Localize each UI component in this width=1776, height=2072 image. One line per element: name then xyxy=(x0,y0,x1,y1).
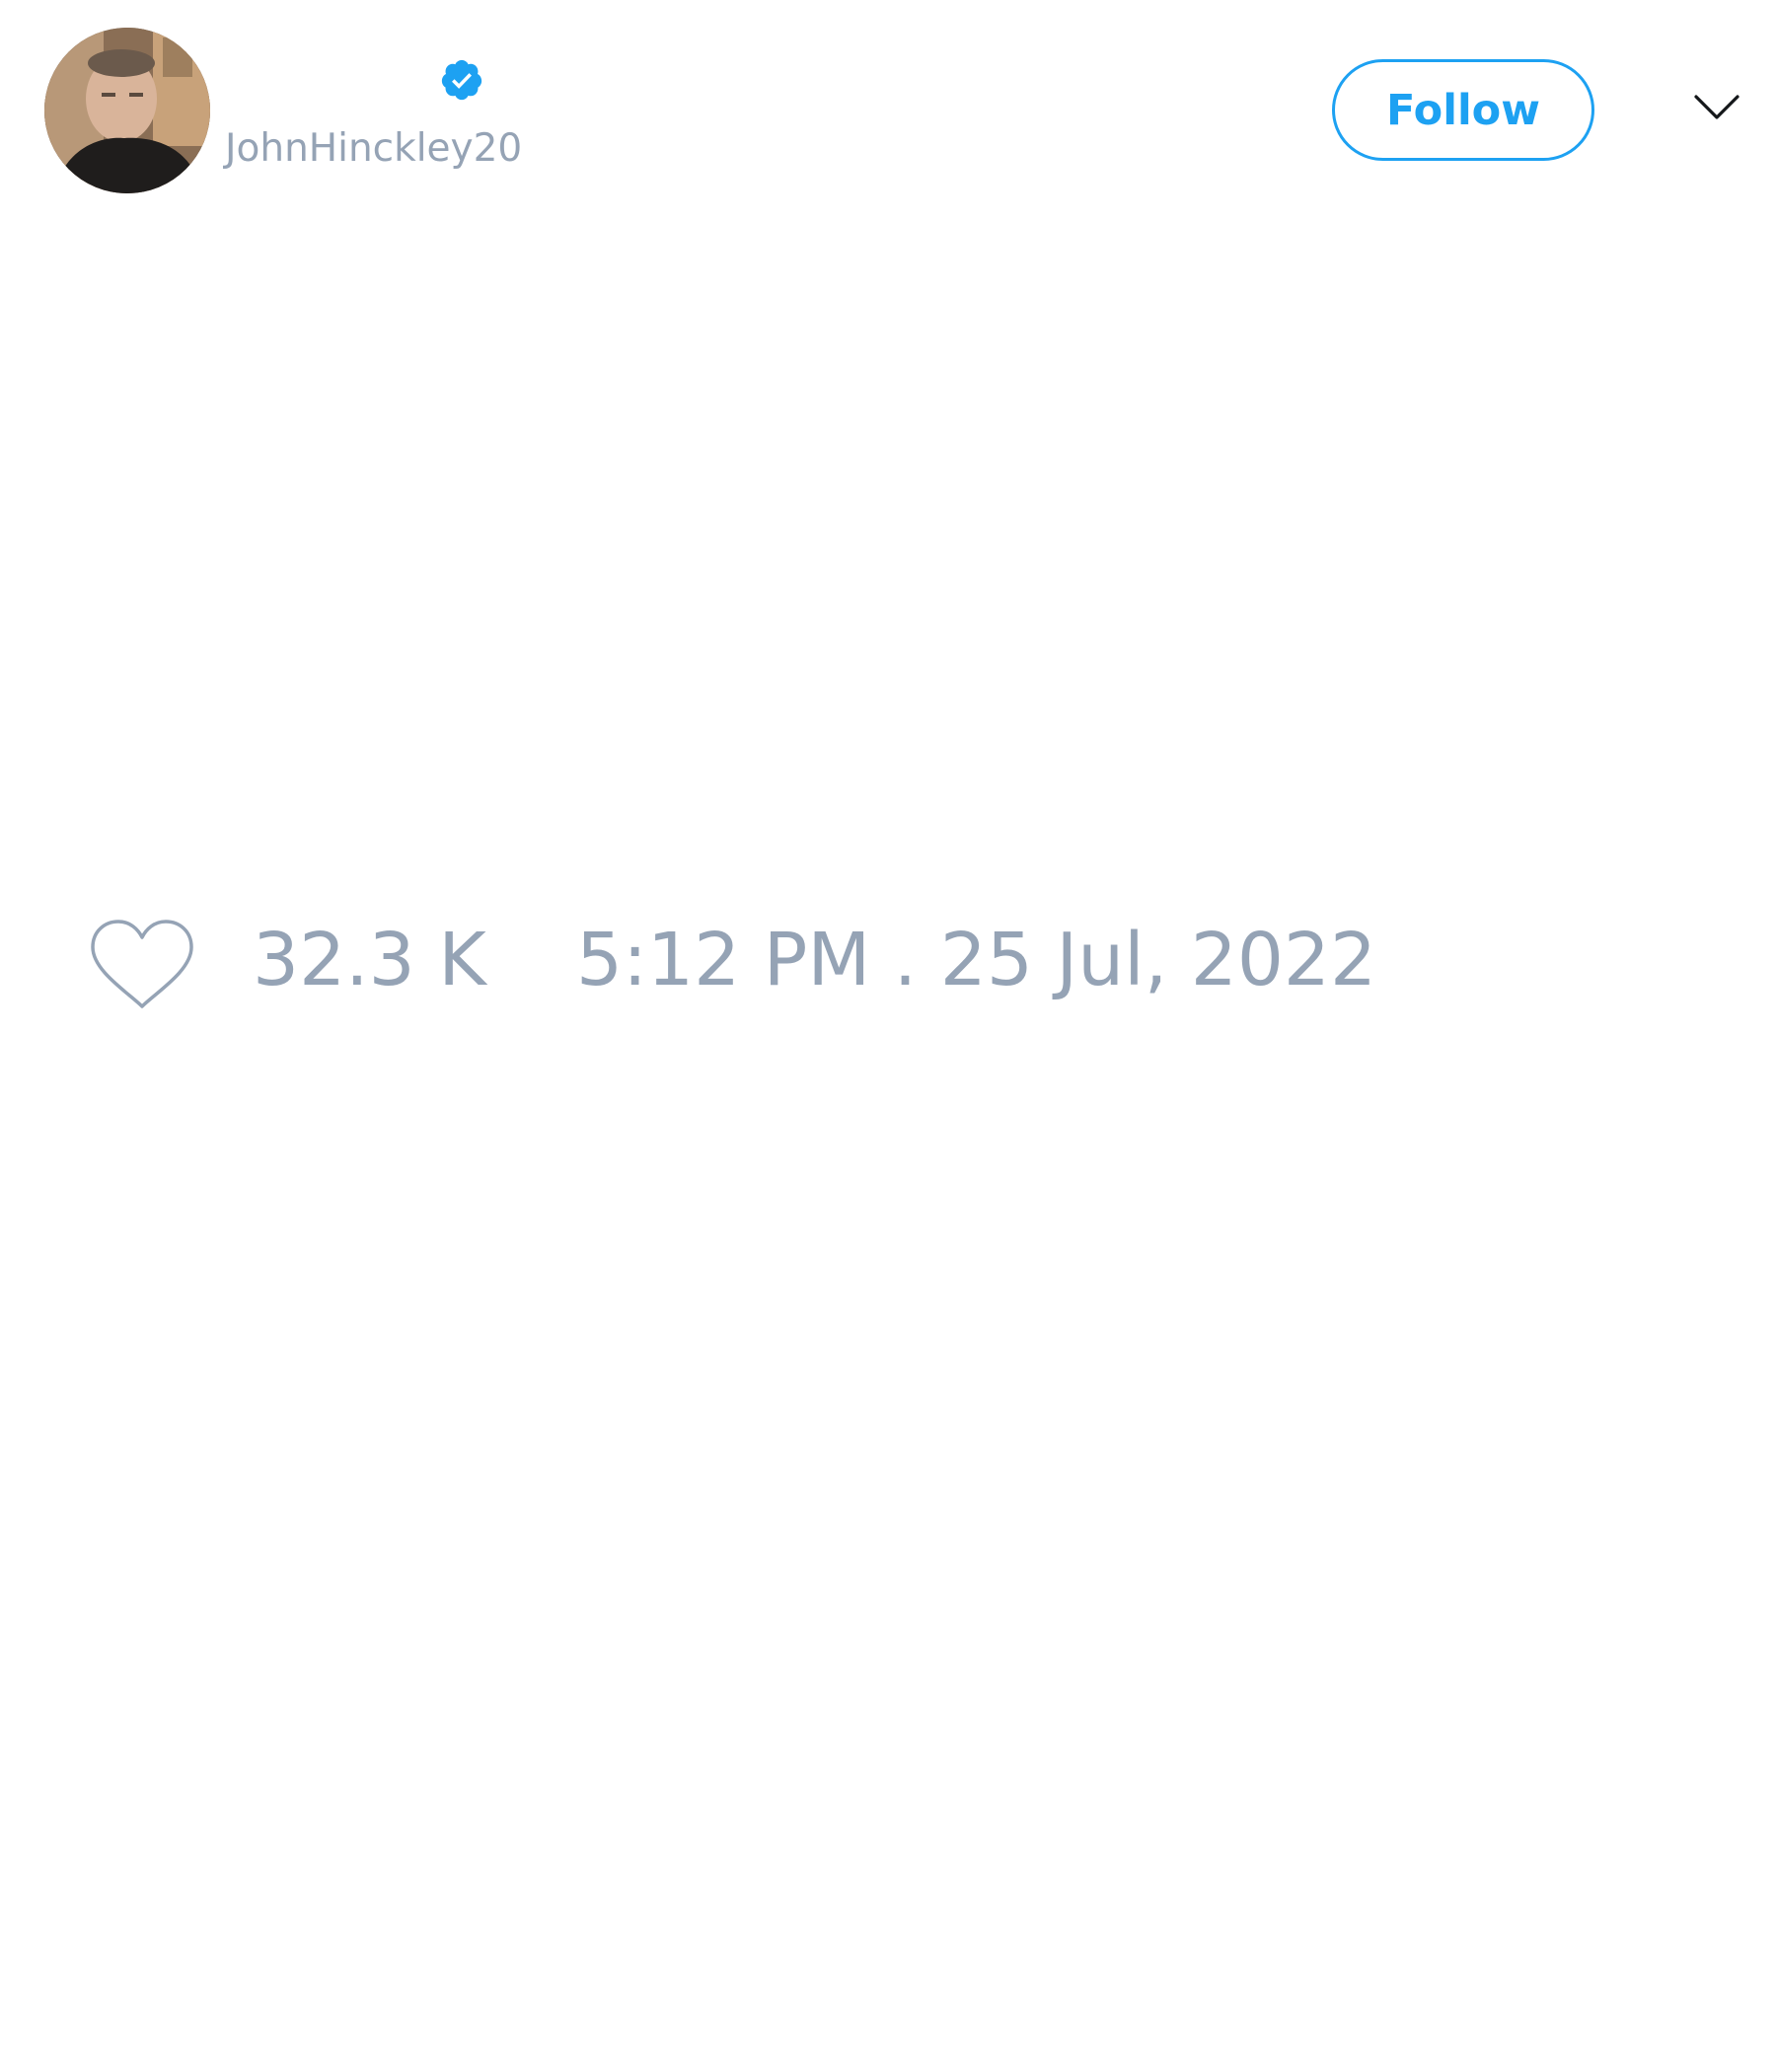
follow-button[interactable]: Follow xyxy=(1332,59,1594,161)
author-handle[interactable]: JohnHinckley20 xyxy=(225,126,522,171)
verified-badge-icon xyxy=(441,59,482,101)
heart-icon[interactable] xyxy=(89,918,195,1012)
tweet-footer: 32.3 K 5:12 PM . 25 Jul, 2022 xyxy=(0,918,1776,1016)
author-avatar[interactable] xyxy=(44,28,210,193)
profile-photo-icon xyxy=(44,28,210,193)
chevron-down-icon[interactable] xyxy=(1693,93,1740,122)
tweet-timestamp[interactable]: 5:12 PM . 25 Jul, 2022 xyxy=(576,924,1376,997)
like-count: 32.3 K xyxy=(253,918,486,1002)
